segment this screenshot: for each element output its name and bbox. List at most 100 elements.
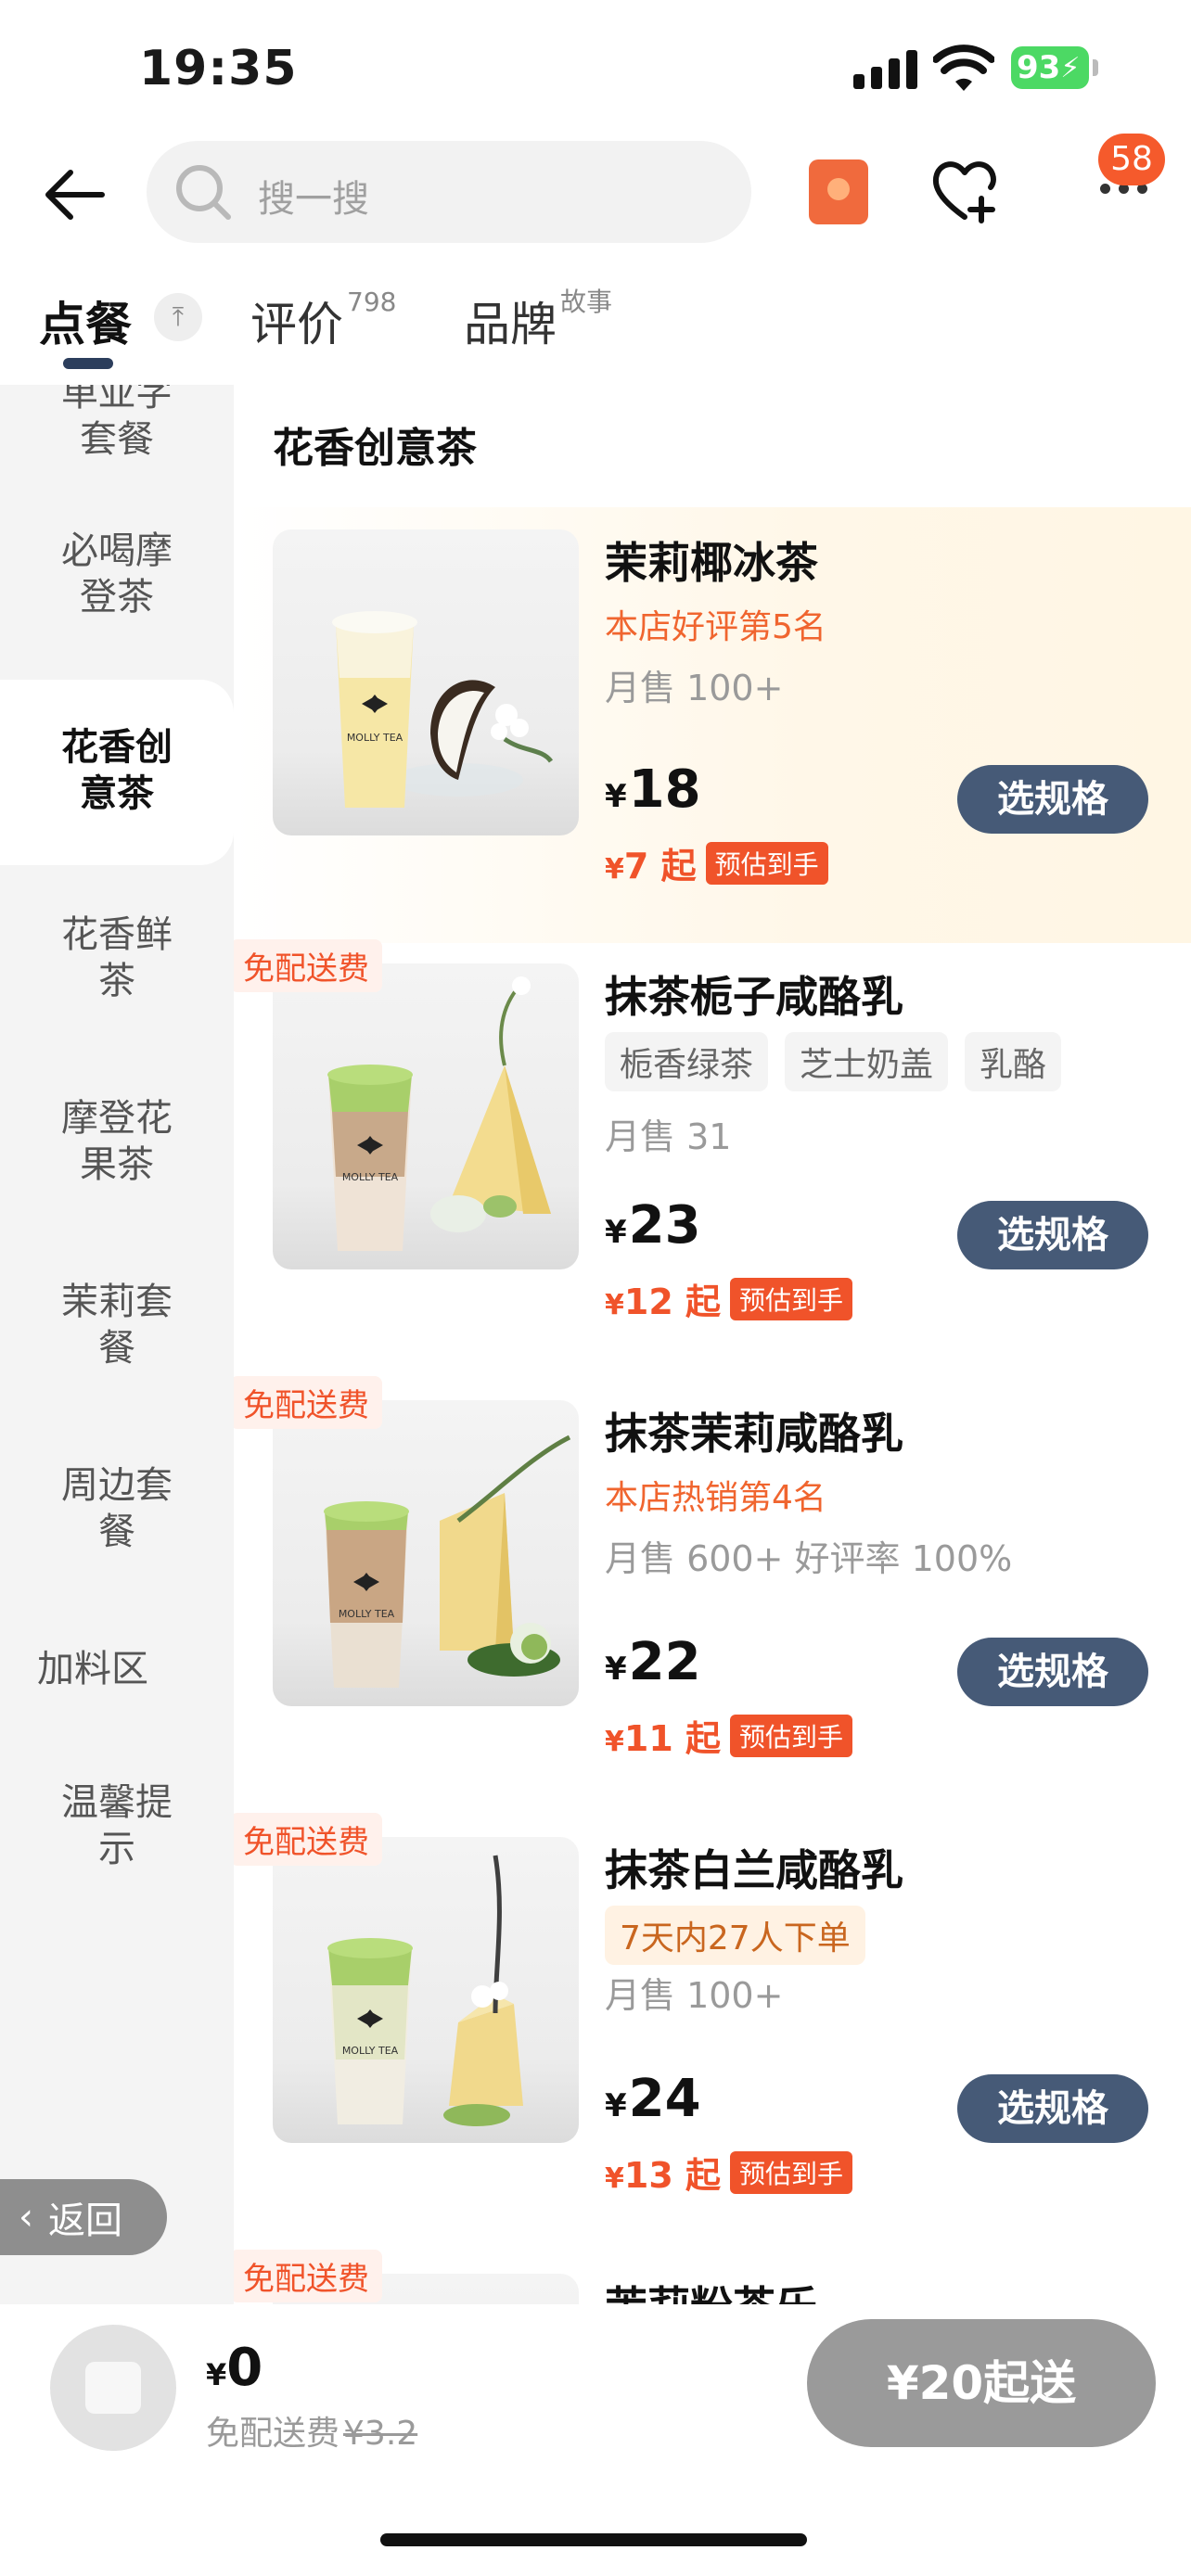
product-name: 茉莉椰冰茶 (605, 538, 818, 588)
delivery-fee-label: 免配送费 (206, 2415, 340, 2453)
sidebar-item-floral-fresh[interactable]: 花香鲜 茶 (0, 908, 234, 1010)
tab-order[interactable]: 点餐 (39, 287, 132, 354)
back-arrow-icon[interactable] (37, 158, 111, 232)
price-value: 24 (628, 2069, 701, 2129)
currency-symbol: ¥ (605, 2162, 624, 2195)
tab-reviews[interactable]: 评价 798 (250, 287, 396, 354)
free-delivery-tag: 免配送费 (234, 939, 382, 992)
estimate-value: 11 (623, 1718, 673, 1759)
estimate-label: 预估到手 (730, 1714, 853, 1757)
currency-symbol: ¥ (605, 1289, 624, 1321)
red-packet-icon[interactable] (809, 159, 868, 224)
sidebar-item-toppings[interactable]: 加料区 (0, 1642, 234, 1716)
sidebar-item-label: 花香创 意茶 (61, 726, 173, 815)
sidebar-item-merch-set[interactable]: 周边套 餐 (0, 1459, 234, 1561)
status-time: 19:35 (139, 41, 298, 96)
delivery-fee-original: ¥3.2 (343, 2415, 418, 2453)
battery-level: 93 (1017, 49, 1061, 86)
price-value: 18 (628, 759, 701, 820)
cart-bar: ¥0 免配送费 ¥3.2 ¥20起送 (0, 2304, 1191, 2471)
estimate-suffix: 起 (685, 1718, 722, 1759)
select-spec-button[interactable]: 选规格 (957, 1638, 1148, 1706)
currency-symbol: ¥ (605, 1726, 624, 1758)
currency-symbol: ¥ (605, 2087, 627, 2124)
estimated-price: ¥13 起 预估到手 (605, 2147, 853, 2198)
sidebar-item-label: 茉莉套 餐 (61, 1281, 173, 1370)
sidebar-item-modern-tea[interactable]: 必喝摩 登茶 (0, 524, 234, 626)
product-image: MOLLY TEA (273, 1837, 579, 2143)
tab-order-label: 点餐 (39, 298, 132, 351)
estimated-amount: ¥11 起 (605, 1710, 721, 1761)
product-card[interactable]: MOLLY TEA 免配送费 抹茶白兰咸酪乳 7天内27人下单 月售 100+ … (234, 1813, 1191, 2252)
product-price: ¥22 (605, 1632, 701, 1692)
tab-brand-sup: 故事 (560, 287, 613, 318)
tab-underline (63, 358, 113, 369)
tab-reviews-count: 798 (347, 287, 397, 318)
battery-tip (1093, 59, 1098, 76)
product-sales: 月售 100+ (605, 668, 784, 708)
product-name: 抹茶茉莉咸酪乳 (605, 1409, 903, 1459)
search-bar[interactable]: 搜一搜 (147, 141, 751, 243)
shopping-bag-icon[interactable] (50, 2325, 176, 2451)
estimate-label: 预估到手 (730, 2150, 853, 2194)
delivery-fee: 免配送费 ¥3.2 (206, 2406, 417, 2455)
back-button-label: 返回 (48, 2200, 122, 2242)
product-tag: 芝士奶盖 (785, 1032, 949, 1091)
sidebar-item-fruit-tea[interactable]: 摩登花 果茶 (0, 1091, 234, 1193)
product-price: ¥18 (605, 759, 701, 820)
select-spec-button[interactable]: 选规格 (957, 765, 1148, 834)
favorite-add-icon[interactable] (929, 156, 1000, 226)
svg-text:MOLLY TEA: MOLLY TEA (342, 2045, 399, 2057)
search-icon (176, 165, 231, 220)
estimated-price: ¥11 起 预估到手 (605, 1710, 853, 1761)
battery-icon: 93 ⚡ (1011, 46, 1089, 89)
tab-reviews-label: 评价 (250, 298, 343, 351)
tab-brand[interactable]: 品牌 故事 (464, 287, 612, 354)
sidebar-item-label: 花香鲜 茶 (61, 913, 173, 1002)
price-value: 22 (628, 1632, 701, 1692)
sidebar-item-jasmine-set[interactable]: 茉莉套 餐 (0, 1275, 234, 1377)
sidebar-item-label: 周边套 餐 (61, 1464, 173, 1553)
product-name: 抹茶栀子咸酪乳 (605, 972, 903, 1022)
estimated-price: ¥7 起 预估到手 (605, 837, 828, 888)
back-button[interactable]: ‹ 返回 (0, 2179, 167, 2255)
wifi-icon (933, 45, 994, 91)
select-spec-button[interactable]: 选规格 (957, 2074, 1148, 2143)
sidebar-item-label: 温馨提 示 (61, 1781, 173, 1870)
product-card[interactable]: MOLLY TEA 免配送费 抹茶茉莉咸酪乳 本店热销第4名 月售 600+ 好… (234, 1376, 1191, 1816)
select-spec-button[interactable]: 选规格 (957, 1201, 1148, 1269)
search-placeholder: 搜一搜 (258, 178, 369, 221)
notification-badge: 58 (1098, 134, 1165, 185)
product-name: 茉莉粉茶乐 (605, 2274, 818, 2304)
product-rank: 本店好评第5名 (605, 608, 826, 646)
status-bar: 19:35 93 ⚡ (0, 0, 1191, 139)
svg-text:MOLLY TEA: MOLLY TEA (339, 1608, 395, 1620)
sidebar-item-label: 必喝摩 登茶 (61, 529, 173, 618)
estimate-suffix: 起 (660, 846, 697, 886)
product-price: ¥23 (605, 1195, 701, 1256)
signal-icon (853, 48, 917, 89)
sidebar-item-label: 加料区 (37, 1648, 148, 1690)
product-image: MOLLY TEA (273, 1400, 579, 1706)
sidebar-item-tips[interactable]: 温馨提 示 (0, 1776, 234, 1878)
product-card[interactable]: MOLLY TEA 免配送费 抹茶栀子咸酪乳 栀香绿茶 芝士奶盖 乳酪 月售 3… (234, 939, 1191, 1379)
checkout-button[interactable]: ¥20起送 (807, 2319, 1156, 2447)
product-sales: 月售 100+ (605, 1975, 784, 2016)
currency-symbol: ¥ (605, 1651, 627, 1688)
order-count-tag: 7天内27人下单 (605, 1906, 865, 1965)
product-list: 花香创意茶 MOLLY TEA 茉莉椰冰茶 本店好评第5名 月售 100+ ¥1… (234, 385, 1191, 2304)
product-card[interactable]: 免配送费 茉莉粉茶乐 (234, 2250, 1191, 2304)
product-sales: 月售 600+ 好评率 100% (605, 1538, 1013, 1579)
home-indicator[interactable] (380, 2533, 807, 2546)
sidebar-item-floral-creative[interactable]: 花香创 意茶 (0, 680, 234, 865)
collapse-up-icon[interactable]: ⤒ (154, 293, 202, 341)
currency-symbol: ¥ (605, 853, 624, 886)
currency-symbol: ¥ (206, 2357, 227, 2392)
estimate-value: 7 (623, 846, 649, 886)
product-tag: 乳酪 (965, 1032, 1062, 1091)
sidebar-item-label: 摩登花 果茶 (61, 1097, 173, 1186)
product-card[interactable]: MOLLY TEA 茉莉椰冰茶 本店好评第5名 月售 100+ ¥18 ¥7 起… (234, 507, 1191, 943)
estimate-label: 预估到手 (705, 841, 828, 885)
sidebar-item-single-set[interactable]: 单亚字 套餐 (0, 385, 234, 468)
free-delivery-tag: 免配送费 (234, 2250, 382, 2302)
